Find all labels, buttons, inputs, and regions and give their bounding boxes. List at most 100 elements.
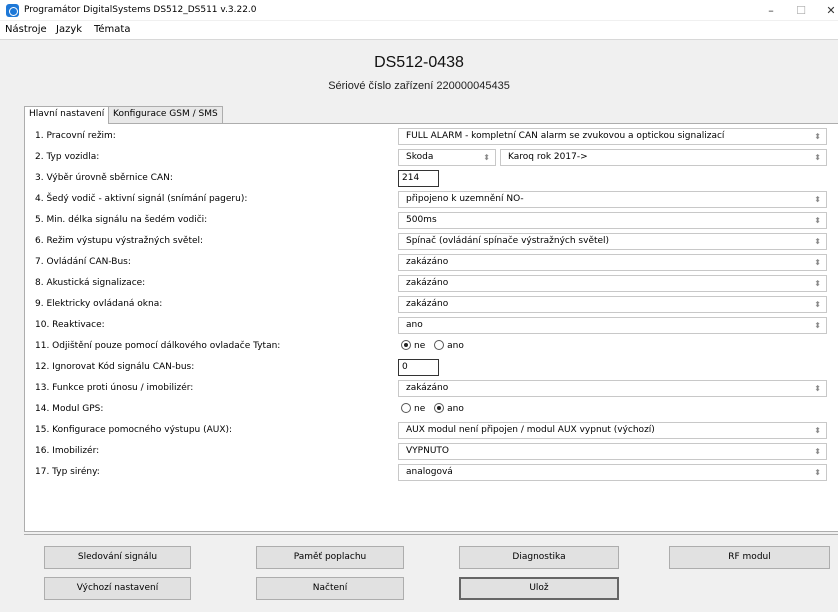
signal-monitor-button[interactable]: Sledování signálu — [44, 546, 191, 569]
setting-row: 4. Šedý vodič - aktivní signál (snímání … — [25, 189, 838, 210]
ignore-can-code-input[interactable]: 0 — [398, 359, 439, 376]
alarm-memory-button[interactable]: Paměť poplachu — [256, 546, 404, 569]
select-value: připojeno k uzemnění NO- — [406, 194, 524, 204]
maximize-button[interactable]: ☐ — [787, 2, 815, 19]
setting-row: 13. Funkce proti únosu / imobilizér: zak… — [25, 378, 838, 399]
setting-label: 13. Funkce proti únosu / imobilizér: — [35, 383, 194, 393]
gps-module-radio-group: ne ano — [401, 403, 470, 417]
setting-label: 15. Konfigurace pomocného výstupu (AUX): — [35, 425, 233, 435]
tab-gsm-sms[interactable]: Konfigurace GSM / SMS — [108, 106, 223, 123]
minimize-button[interactable]: – — [757, 2, 785, 19]
window-title: Programátor DigitalSystems DS512_DS511 v… — [24, 5, 257, 15]
select-value: Skoda — [406, 152, 434, 162]
save-button[interactable]: Ulož — [459, 577, 619, 600]
serial-number: Sériové číslo zařízení 220000045435 — [328, 80, 510, 92]
vehicle-make-select[interactable]: Skoda ⬍ — [398, 149, 496, 166]
menu-bar: Nástroje Jazyk Témata — [0, 21, 838, 40]
load-button[interactable]: Načtení — [256, 577, 404, 600]
menu-tools[interactable]: Nástroje — [5, 24, 47, 35]
radio-ne-tytan[interactable] — [401, 340, 411, 350]
select-value: ano — [406, 320, 423, 330]
select-value: VYPNUTO — [406, 446, 449, 456]
power-windows-select[interactable]: zakázáno ⬍ — [398, 296, 827, 313]
radio-ano-tytan[interactable] — [434, 340, 445, 350]
dropdown-arrow-icon: ⬍ — [483, 153, 490, 162]
setting-label: 6. Režim výstupu výstražných světel: — [35, 236, 204, 246]
setting-row: 7. Ovládání CAN-Bus: zakázáno ⬍ — [25, 252, 838, 273]
rf-module-button[interactable]: RF modul — [669, 546, 830, 569]
dropdown-arrow-icon: ⬍ — [814, 195, 821, 204]
setting-row: 5. Min. délka signálu na šedém vodiči: 5… — [25, 210, 838, 231]
siren-type-select[interactable]: analogová ⬍ — [398, 464, 827, 481]
dropdown-arrow-icon: ⬍ — [814, 447, 821, 456]
radio-label: ano — [447, 404, 464, 414]
select-value: zakázáno — [406, 257, 449, 267]
defaults-button[interactable]: Výchozí nastavení — [44, 577, 191, 600]
select-value: 500ms — [406, 215, 437, 225]
setting-label: 17. Typ sirény: — [35, 467, 100, 477]
setting-row: 6. Režim výstupu výstražných světel: Spí… — [25, 231, 838, 252]
dropdown-arrow-icon: ⬍ — [814, 384, 821, 393]
title-bar: Programátor DigitalSystems DS512_DS511 v… — [0, 0, 838, 21]
immobilizer-select[interactable]: VYPNUTO ⬍ — [398, 443, 827, 460]
anti-hijack-select[interactable]: zakázáno ⬍ — [398, 380, 827, 397]
setting-row: 1. Pracovní režim: FULL ALARM - kompletn… — [25, 126, 838, 147]
setting-label: 11. Odjištění pouze pomocí dálkového ovl… — [35, 341, 281, 351]
setting-label: 3. Výběr úrovně sběrnice CAN: — [35, 173, 173, 183]
hazard-output-mode-select[interactable]: Spínač (ovládání spínače výstražných svě… — [398, 233, 827, 250]
diagnostics-button[interactable]: Diagnostika — [459, 546, 619, 569]
select-value: AUX modul není připojen / modul AUX vypn… — [406, 425, 655, 435]
setting-label: 7. Ovládání CAN-Bus: — [35, 257, 131, 267]
setting-row: 14. Modul GPS: ne ano — [25, 399, 838, 420]
radio-ano-gps[interactable] — [434, 403, 445, 413]
tytan-disarm-radio-group: ne ano — [401, 340, 470, 354]
setting-label: 12. Ignorovat Kód signálu CAN-bus: — [35, 362, 195, 372]
close-button[interactable]: ✕ — [817, 2, 838, 19]
setting-row: 16. Imobilizér: VYPNUTO ⬍ — [25, 441, 838, 462]
select-value: zakázáno — [406, 383, 449, 393]
aux-output-select[interactable]: AUX modul není připojen / modul AUX vypn… — [398, 422, 827, 439]
vehicle-model-select[interactable]: Karoq rok 2017-> ⬍ — [500, 149, 827, 166]
setting-label: 2. Typ vozidla: — [35, 152, 100, 162]
radio-label: ne — [414, 341, 426, 351]
grey-wire-signal-select[interactable]: připojeno k uzemnění NO- ⬍ — [398, 191, 827, 208]
setting-label: 10. Reaktivace: — [35, 320, 105, 330]
main-area: Hlavní nastavení Konfigurace GSM / SMS 1… — [0, 104, 838, 612]
dropdown-arrow-icon: ⬍ — [814, 237, 821, 246]
setting-row: 11. Odjištění pouze pomocí dálkového ovl… — [25, 336, 838, 357]
menu-language[interactable]: Jazyk — [56, 24, 82, 35]
radio-label: ne — [414, 404, 426, 414]
dropdown-arrow-icon: ⬍ — [814, 132, 821, 141]
setting-label: 4. Šedý vodič - aktivní signál (snímání … — [35, 194, 248, 204]
setting-row: 2. Typ vozidla: Skoda ⬍ Karoq rok 2017->… — [25, 147, 838, 168]
radio-ne-gps[interactable] — [401, 403, 411, 413]
device-header: DS512-0438 Sériové číslo zařízení 220000… — [0, 40, 838, 104]
acoustic-signal-select[interactable]: zakázáno ⬍ — [398, 275, 827, 292]
reactivation-select[interactable]: ano ⬍ — [398, 317, 827, 334]
setting-label: 8. Akustická signalizace: — [35, 278, 146, 288]
dropdown-arrow-icon: ⬍ — [814, 216, 821, 225]
tab-main-settings[interactable]: Hlavní nastavení — [24, 106, 110, 124]
dropdown-arrow-icon: ⬍ — [814, 300, 821, 309]
action-buttons-panel: Sledování signálu Paměť poplachu Diagnos… — [24, 534, 838, 612]
can-bus-control-select[interactable]: zakázáno ⬍ — [398, 254, 827, 271]
work-mode-select[interactable]: FULL ALARM - kompletní CAN alarm se zvuk… — [398, 128, 827, 145]
min-signal-length-select[interactable]: 500ms ⬍ — [398, 212, 827, 229]
dropdown-arrow-icon: ⬍ — [814, 153, 821, 162]
dropdown-arrow-icon: ⬍ — [814, 258, 821, 267]
setting-row: 17. Typ sirény: analogová ⬍ — [25, 462, 838, 483]
app-logo-icon — [6, 4, 19, 17]
setting-label: 14. Modul GPS: — [35, 404, 104, 414]
select-value: zakázáno — [406, 278, 449, 288]
can-level-input[interactable]: 214 — [398, 170, 439, 187]
setting-label: 5. Min. délka signálu na šedém vodiči: — [35, 215, 208, 225]
setting-row: 3. Výběr úrovně sběrnice CAN: 214 — [25, 168, 838, 189]
menu-themes[interactable]: Témata — [94, 24, 130, 35]
setting-row: 8. Akustická signalizace: zakázáno ⬍ — [25, 273, 838, 294]
setting-row: 15. Konfigurace pomocného výstupu (AUX):… — [25, 420, 838, 441]
dropdown-arrow-icon: ⬍ — [814, 426, 821, 435]
setting-row: 10. Reaktivace: ano ⬍ — [25, 315, 838, 336]
setting-row: 12. Ignorovat Kód signálu CAN-bus: 0 — [25, 357, 838, 378]
dropdown-arrow-icon: ⬍ — [814, 279, 821, 288]
radio-label: ano — [447, 341, 464, 351]
